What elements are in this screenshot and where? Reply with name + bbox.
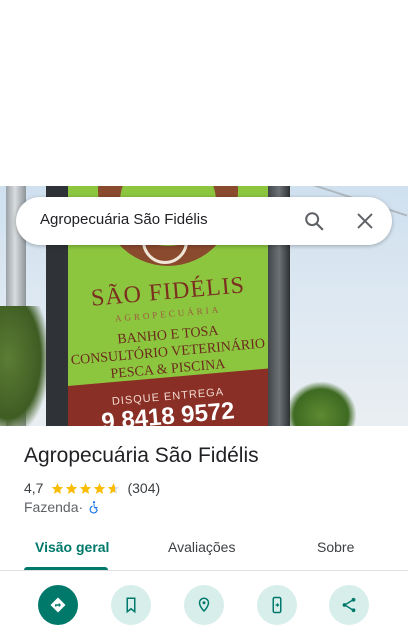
tab-reviews[interactable]: Avaliações — [168, 539, 235, 555]
send-to-phone-button[interactable] — [257, 585, 297, 625]
share-icon — [342, 597, 356, 613]
search-query[interactable]: Agropecuária São Fidélis — [40, 211, 208, 228]
star-icon — [52, 482, 64, 494]
star-icon — [94, 482, 106, 494]
star-icon — [66, 482, 78, 494]
separator: · — [78, 499, 84, 515]
tab-about[interactable]: Sobre — [317, 539, 354, 555]
review-count[interactable]: (304) — [127, 480, 160, 496]
tab-overview[interactable]: Visão geral — [35, 539, 109, 555]
directions-button[interactable] — [38, 585, 78, 625]
star-icon — [80, 482, 92, 494]
star-half-icon — [108, 482, 120, 494]
search-bar[interactable]: Agropecuária São Fidélis — [16, 197, 392, 245]
tab-bar: Visão geral Avaliações Sobre — [0, 528, 408, 571]
nearby-icon — [198, 597, 210, 613]
place-category: Fazenda — [24, 499, 79, 515]
rating-stars — [51, 482, 121, 495]
map-blank-area — [0, 0, 408, 186]
tree — [286, 382, 356, 426]
nearby-button[interactable] — [184, 585, 224, 625]
rating-row[interactable]: 4,7 (304) — [24, 479, 160, 497]
save-button[interactable] — [111, 585, 151, 625]
tree — [0, 306, 50, 426]
send-to-phone-icon — [272, 596, 282, 614]
wheelchair-icon — [89, 501, 99, 514]
place-title: Agropecuária São Fidélis — [24, 444, 259, 467]
bookmark-icon — [126, 597, 136, 614]
rating-value: 4,7 — [24, 480, 44, 496]
directions-icon — [50, 597, 66, 613]
share-button[interactable] — [329, 585, 369, 625]
category-row: Fazenda · — [24, 499, 101, 515]
search-icon[interactable] — [303, 210, 325, 232]
close-icon[interactable] — [354, 210, 376, 232]
active-tab-indicator — [24, 567, 108, 570]
